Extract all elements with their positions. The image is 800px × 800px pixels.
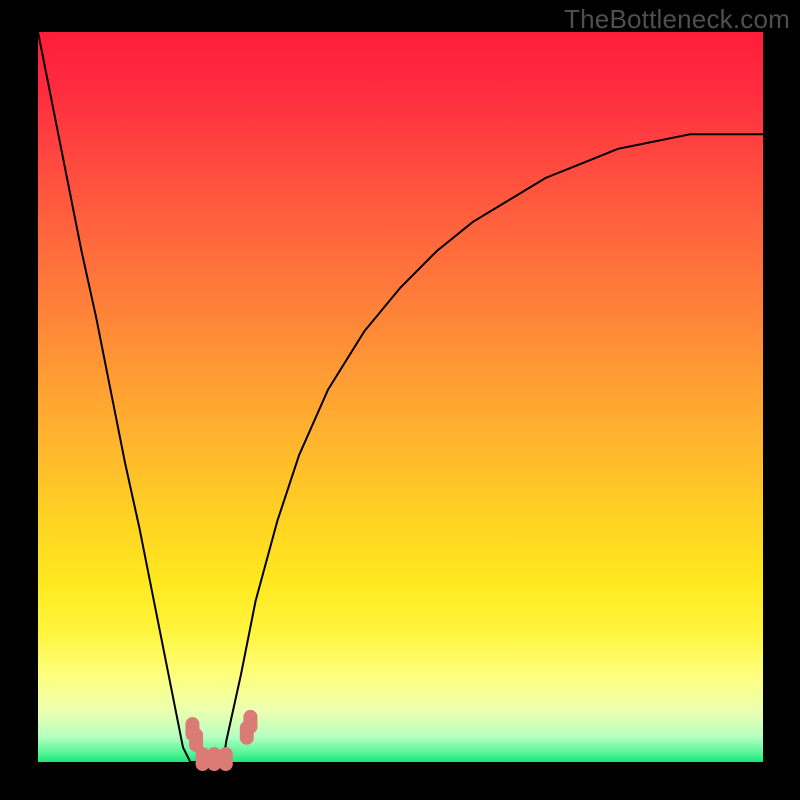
bottleneck-chart — [0, 0, 800, 800]
data-marker — [219, 747, 233, 771]
data-marker — [243, 710, 257, 734]
watermark-text: TheBottleneck.com — [564, 4, 790, 35]
chart-stage: TheBottleneck.com — [0, 0, 800, 800]
